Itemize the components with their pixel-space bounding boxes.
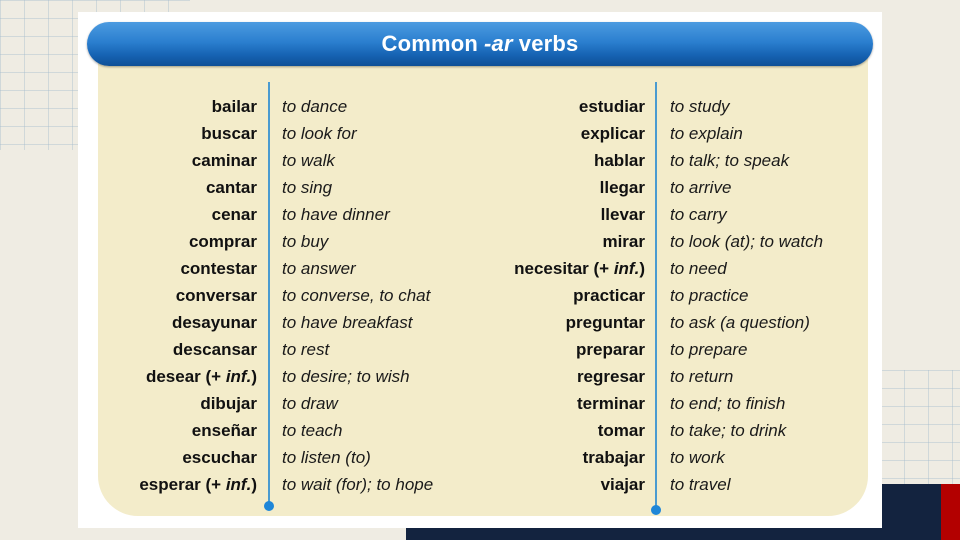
english-meaning: to need: [670, 259, 727, 278]
english-meaning: to take; to drink: [670, 421, 787, 440]
left-divider-line: [268, 82, 270, 504]
english-meaning: to arrive: [670, 178, 732, 197]
english-meaning: to carry: [670, 205, 727, 224]
spanish-verb: viajar: [245, 471, 645, 498]
title-emphasis: -ar: [484, 31, 513, 56]
spanish-verb: regresar: [245, 363, 645, 390]
spanish-verb: hablar: [245, 147, 645, 174]
verb-text: llegar: [599, 178, 645, 197]
verb-text: practicar: [573, 286, 645, 305]
title-banner: Common -ar verbs: [87, 22, 873, 66]
verb-text: necesitar (+: [514, 259, 614, 278]
right-divider-line: [655, 82, 657, 508]
spanish-verb: explicar: [245, 120, 645, 147]
spanish-verb: cantar: [0, 174, 257, 201]
spanish-verb: trabajar: [245, 444, 645, 471]
verb-text: esperar (+: [139, 475, 226, 494]
verb-text: terminar: [576, 394, 645, 413]
verb-text: regresar: [576, 367, 645, 386]
spanish-verb: descansar: [0, 336, 257, 363]
spanish-verb: llegar: [245, 174, 645, 201]
spanish-verb: practicar: [245, 282, 645, 309]
spanish-verb: necesitar (+ inf.): [245, 255, 645, 282]
vocabulary-panel: bailar to dance buscar to look for caminar to…: [98, 30, 868, 516]
verb-text: tomar: [597, 421, 645, 440]
english-meaning: to ask (a question): [670, 313, 810, 332]
english-meaning: to prepare: [670, 340, 748, 359]
verb-text: trabajar: [582, 448, 645, 467]
english-meaning: to end; to finish: [670, 394, 786, 413]
spanish-verb: terminar: [245, 390, 645, 417]
spanish-verb: enseñar: [0, 417, 257, 444]
english-meaning: to look (at); to watch: [670, 232, 824, 251]
spanish-verb: desear (+ inf.): [0, 363, 257, 390]
right-divider-dot: [651, 505, 661, 515]
spanish-verb: escuchar: [0, 444, 257, 471]
spanish-verb: desayunar: [0, 309, 257, 336]
verb-text: explicar: [580, 124, 645, 143]
title-prefix: Common: [381, 31, 479, 56]
verb-text: viajar: [600, 475, 645, 494]
english-meaning: to practice: [670, 286, 749, 305]
verb-text: mirar: [602, 232, 645, 251]
english-meaning: to work: [670, 448, 725, 467]
verb-note: inf.: [613, 259, 640, 278]
spanish-verb: bailar: [0, 93, 257, 120]
spanish-verb: buscar: [0, 120, 257, 147]
left-divider-dot: [264, 501, 274, 511]
verb-text: preparar: [576, 340, 645, 359]
spanish-verb: dibujar: [0, 390, 257, 417]
english-meaning: to study: [670, 97, 730, 116]
spanish-verb: conversar: [0, 282, 257, 309]
verb-text: llevar: [600, 205, 645, 224]
english-meaning: to return: [670, 367, 734, 386]
english-meaning: to explain: [670, 124, 743, 143]
spanish-verb: preguntar: [245, 309, 645, 336]
red-accent-bar: [941, 484, 960, 540]
verb-text: hablar: [593, 151, 645, 170]
english-meaning: to talk; to speak: [670, 151, 790, 170]
spanish-verb: mirar: [245, 228, 645, 255]
verb-note-close: ): [639, 259, 645, 278]
spanish-verb: llevar: [245, 201, 645, 228]
spanish-verb: tomar: [245, 417, 645, 444]
vocabulary-card: bailar to dance buscar to look for caminar to…: [78, 12, 882, 528]
spanish-verb: esperar (+ inf.): [0, 471, 257, 498]
spanish-verb: estudiar: [245, 93, 645, 120]
english-meaning: to travel: [670, 475, 731, 494]
spanish-verb: preparar: [245, 336, 645, 363]
spanish-verb: caminar: [0, 147, 257, 174]
spanish-verb: comprar: [0, 228, 257, 255]
spanish-verb: contestar: [0, 255, 257, 282]
verb-text: preguntar: [565, 313, 645, 332]
verb-text: estudiar: [578, 97, 645, 116]
title-suffix: verbs: [518, 31, 579, 56]
verb-text: desear (+: [145, 367, 226, 386]
spanish-verb: cenar: [0, 201, 257, 228]
